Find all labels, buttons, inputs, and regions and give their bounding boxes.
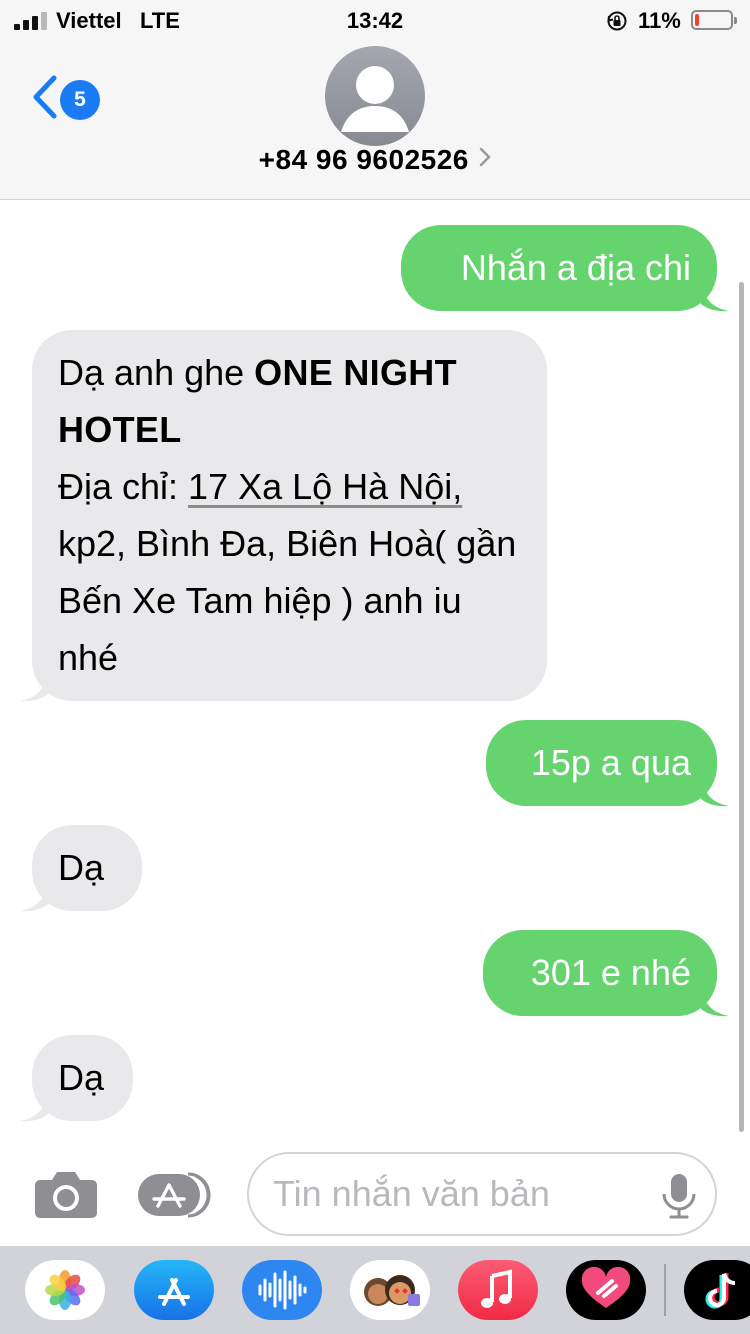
message-input[interactable] [273,1154,653,1234]
message-text: 15p a qua [530,742,691,783]
address-label: Địa chỉ: [58,466,189,507]
scrollbar[interactable] [739,282,744,1132]
contact-avatar-icon[interactable] [325,46,425,146]
message-bubble-received[interactable]: Dạ [20,1035,133,1122]
imessage-app-drawer [0,1246,750,1334]
message-text: Dạ [58,1057,105,1098]
bubble-tail [20,878,48,912]
battery-icon [691,10,737,30]
microphone-icon[interactable] [659,1172,699,1220]
contact-info-button[interactable]: +84 96 9602526 [0,144,750,176]
chevron-right-icon [480,147,491,167]
message-thread: Nhắn a địa chi Dạ anh ghe ONE NIGHT HOTE… [0,200,750,1140]
drawer-divider [664,1264,666,1316]
message-text: Nhắn a địa chi [460,247,691,288]
heart-sticker-app-icon[interactable] [566,1260,646,1320]
battery-percent: 11% [638,8,681,33]
bubble-tail [701,278,729,312]
app-store-app-icon[interactable] [134,1260,214,1320]
bubble-tail [20,668,48,702]
contact-name: +84 96 9602526 [258,144,469,175]
message-bubble-sent[interactable]: 15p a qua [486,720,729,807]
memoji-icon[interactable] [350,1260,430,1320]
message-text: Dạ [58,847,105,888]
orientation-lock-icon [607,11,627,31]
message-bubble-received[interactable]: Dạ [20,825,142,912]
address-rest: kp2, Bình Đa, Biên Hoà( gần Bến Xe Tam h… [58,523,517,678]
bubble-tail [701,773,729,807]
unread-count-badge: 5 [60,80,100,120]
message-bubble-received[interactable]: Dạ anh ghe ONE NIGHT HOTEL Địa chỉ: 17 X… [20,330,547,702]
back-button[interactable]: 5 [30,70,110,126]
message-intro: Dạ anh ghe [58,352,255,393]
tiktok-app-icon[interactable] [684,1260,750,1320]
photos-app-icon[interactable] [25,1260,105,1320]
address-link[interactable]: 17 Xa Lộ Hà Nội, [188,466,462,507]
compose-bar [0,1140,750,1246]
message-bubble-sent[interactable]: Nhắn a địa chi [401,225,729,312]
message-bubble-sent[interactable]: 301 e nhé [483,930,729,1017]
message-input-field[interactable] [247,1152,717,1236]
bubble-tail [20,1088,48,1122]
message-text: Dạ anh ghe ONE NIGHT HOTEL Địa chỉ: 17 X… [58,344,521,686]
message-text: 301 e nhé [530,952,691,993]
bubble-tail [701,983,729,1017]
conversation-header: 5 +84 96 9602526 [0,40,750,200]
battery-level [695,14,699,26]
music-app-icon[interactable] [458,1260,538,1320]
audio-message-icon[interactable] [242,1260,322,1320]
app-store-icon[interactable] [136,1170,216,1220]
camera-icon[interactable] [34,1168,98,1220]
status-bar: Viettel LTE 13:42 11% [0,0,750,40]
back-chevron-icon [33,75,57,119]
